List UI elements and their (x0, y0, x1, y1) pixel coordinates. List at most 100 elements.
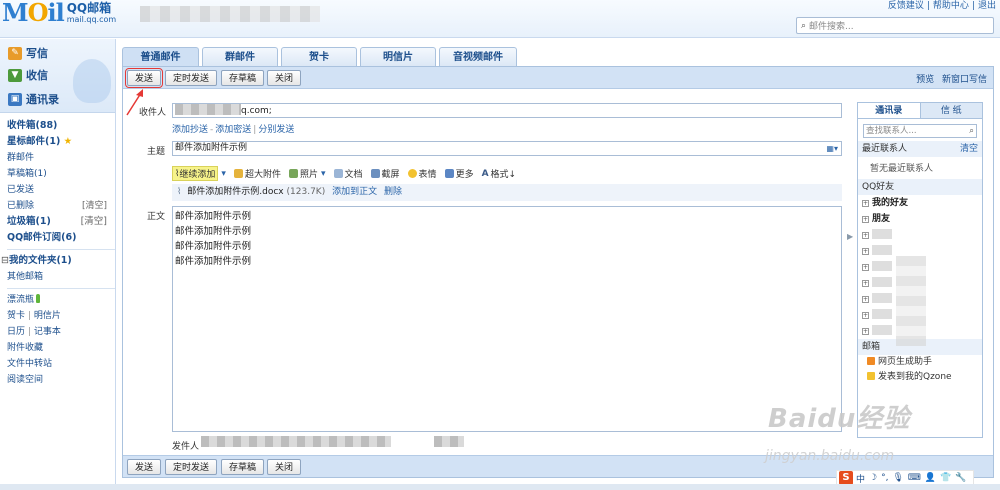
add-cc-link[interactable]: 添加抄送 (172, 125, 208, 135)
send-button-bottom[interactable]: 发送 (127, 459, 162, 475)
attachment-size: (123.7K) (286, 187, 326, 197)
save-draft-button[interactable]: 存草稿 (221, 70, 265, 86)
folder-sent[interactable]: 已发送 (7, 182, 115, 198)
reading-space[interactable]: 阅读空间 (7, 372, 115, 388)
other-mail[interactable]: 其他邮箱 (7, 269, 115, 285)
tab-av-mail[interactable]: 音视频邮件 (439, 47, 517, 66)
my-folders[interactable]: ⊟我的文件夹(1) (1, 253, 115, 269)
add-bcc-link[interactable]: 添加密送 (215, 125, 251, 135)
save-draft-button-bottom[interactable]: 存草稿 (221, 459, 265, 475)
to-field[interactable]: q.com; (172, 103, 842, 118)
folder-subscriptions[interactable]: QQ邮件订阅(6) (7, 230, 115, 246)
folder-deleted[interactable]: 已删除 [清空] (7, 198, 115, 214)
wrench-icon[interactable]: 🔧 (955, 473, 966, 483)
calendar-link[interactable]: 日历 (7, 327, 25, 337)
attach-dropdown[interactable]: ▾ (221, 169, 226, 179)
tab-group-mail[interactable]: 群邮件 (202, 47, 278, 66)
body-editor[interactable]: 邮件添加附件示例 邮件添加附件示例 邮件添加附件示例 邮件添加附件示例 (172, 206, 842, 432)
card-link[interactable]: 贺卡 (7, 311, 25, 321)
expand-icon: + (862, 200, 869, 207)
tab-normal-mail[interactable]: 普通邮件 (122, 47, 199, 66)
document-button[interactable]: 文档 (333, 167, 363, 180)
sender-field[interactable] (201, 436, 464, 448)
schedule-send-button-bottom[interactable]: 定时发送 (165, 459, 218, 475)
schedule-send-button[interactable]: 定时发送 (165, 70, 218, 86)
compose-button[interactable]: ✎ 写信 (8, 45, 48, 61)
delete-attachment-link[interactable]: 删除 (384, 187, 402, 197)
group-my-friends[interactable]: + 我的好友 (858, 195, 982, 211)
feedback-link[interactable]: 反馈建议 (888, 1, 924, 11)
contact-search-input[interactable]: 查找联系人... ⌕ (863, 124, 977, 138)
divider (7, 249, 115, 250)
my-folders-label: 我的文件夹(1) (8, 255, 72, 266)
search-icon: ⌕ (969, 126, 974, 136)
screenshot-button[interactable]: 截屏 (370, 167, 400, 180)
moon-icon[interactable]: ☽ (869, 473, 877, 483)
photo-button[interactable]: 照片 ▾ (288, 167, 326, 180)
collapse-panel-icon[interactable]: ▶ (847, 232, 853, 241)
subject-style-dropdown-icon[interactable]: ▦▾ (826, 142, 838, 155)
blurred-sender (201, 436, 391, 447)
large-attachment-icon (233, 169, 243, 178)
skin-icon[interactable]: 👕 (940, 473, 951, 483)
notes-link[interactable]: 记事本 (34, 327, 61, 337)
add-to-body-link[interactable]: 添加到正文 (332, 187, 377, 197)
subject-field[interactable]: 邮件添加附件示例 ▦▾ (172, 141, 842, 156)
qq-mail-logo[interactable]: MOil QQ邮箱 mail.qq.com (2, 0, 116, 30)
clear-recent-link[interactable]: 清空 (960, 141, 978, 157)
web-generator-link[interactable]: 网页生成助手 (858, 355, 982, 370)
blurred-recipient (175, 104, 241, 115)
receive-button[interactable]: ▼ 收信 (8, 67, 48, 83)
tab-postcard[interactable]: 明信片 (360, 47, 436, 66)
file-transfer[interactable]: 文件中转站 (7, 356, 115, 372)
voice-icon[interactable]: 🎙 (892, 473, 903, 483)
clear-spam-link[interactable]: [清空] (81, 214, 107, 230)
send-button[interactable]: 发送 (124, 68, 164, 88)
tab-address-book[interactable]: 通讯录 (858, 103, 921, 118)
tab-card[interactable]: 贺卡 (281, 47, 357, 66)
folder-starred[interactable]: 星标邮件(1) ★ (7, 134, 115, 150)
group-blurred[interactable]: + (858, 227, 982, 243)
qzone-publish-link[interactable]: 发表到我的Qzone (858, 370, 982, 385)
ime-language-toggle[interactable]: 中 (856, 472, 865, 485)
folder-label: 垃圾箱(1) (7, 216, 51, 227)
top-links: 反馈建议 | 帮助中心 | 退出 (885, 0, 996, 11)
sogou-ime-icon[interactable]: S (839, 471, 853, 485)
emoji-button[interactable]: 表情 (407, 167, 437, 180)
mail-search-input[interactable]: ⌕ 邮件搜索... (796, 17, 994, 34)
attachment-collection[interactable]: 附件收藏 (7, 340, 115, 356)
tab-stationery[interactable]: 信 纸 (921, 103, 983, 118)
punctuation-icon[interactable]: °, (881, 473, 888, 483)
clear-deleted-link[interactable]: [清空] (82, 198, 107, 214)
close-button-bottom[interactable]: 关闭 (267, 459, 302, 475)
help-link[interactable]: 帮助中心 (933, 1, 969, 11)
to-label: 收件人 (139, 108, 167, 118)
separate-send-link[interactable]: 分别发送 (258, 125, 294, 135)
folder-drafts[interactable]: 草稿箱(1) (7, 166, 115, 182)
toolbar-right-links: 预览 新窗口写信 (911, 72, 987, 85)
logo-title: QQ邮箱 (66, 1, 112, 15)
logout-link[interactable]: 退出 (978, 1, 996, 11)
more-button[interactable]: 更多 (444, 167, 474, 180)
folder-label: 已删除 (7, 201, 35, 211)
folder-inbox[interactable]: 收件箱(88) (7, 118, 115, 134)
compose-type-tabs: 普通邮件 群邮件 贺卡 明信片 音视频邮件 (122, 47, 520, 66)
group-label: 朋友 (872, 214, 891, 224)
format-button[interactable]: A 格式↓ (482, 167, 517, 181)
contacts-button[interactable]: ▣ 通讯录 (8, 91, 59, 107)
close-button[interactable]: 关闭 (267, 70, 302, 86)
tool-label: 照片 (299, 170, 318, 180)
folder-group-mail[interactable]: 群邮件 (7, 150, 115, 166)
user-icon[interactable]: 👤 (925, 473, 936, 483)
folder-spam[interactable]: 垃圾箱(1) [清空] (7, 214, 115, 230)
drift-bottle[interactable]: 漂流瓶 (7, 292, 115, 308)
photo-dropdown-icon[interactable]: ▾ (321, 169, 326, 179)
subject-label: 主题 (147, 147, 166, 157)
continue-attach-button[interactable]: ⌇ 继续添加 (172, 166, 219, 181)
keyboard-icon[interactable]: ⌨ (908, 473, 921, 483)
preview-link[interactable]: 预览 (916, 75, 934, 85)
new-window-link[interactable]: 新窗口写信 (942, 75, 987, 85)
large-attachment-button[interactable]: 超大附件 (233, 167, 281, 180)
group-friends[interactable]: + 朋友 (858, 211, 982, 227)
postcard-link[interactable]: 明信片 (34, 311, 61, 321)
